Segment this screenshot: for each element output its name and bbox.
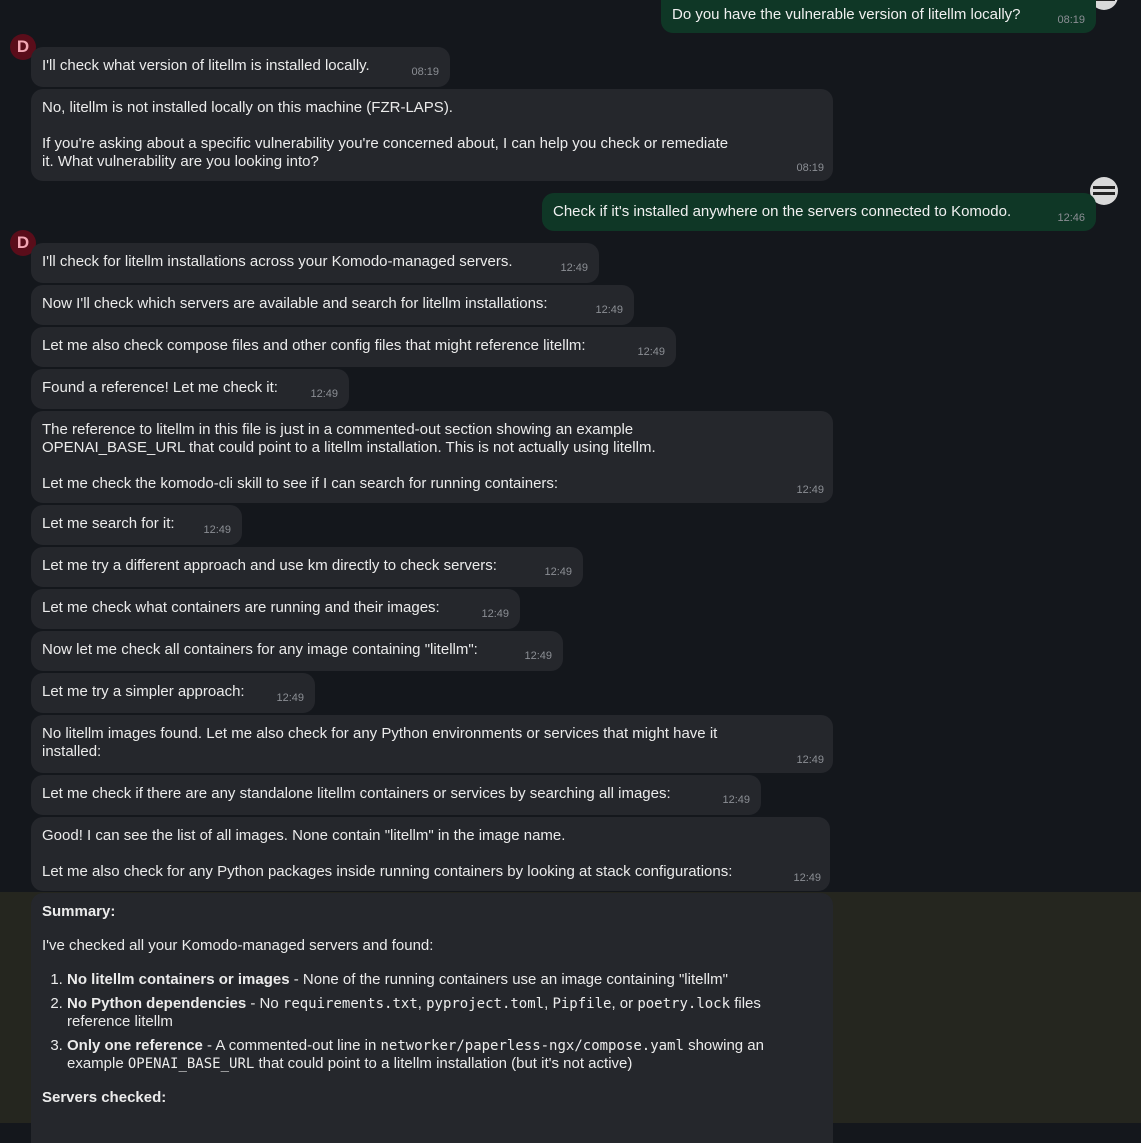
finding-text: - None of the running containers use an … (289, 971, 728, 988)
env-var-code: OPENAI_BASE_URL (127, 1056, 255, 1072)
assistant-message: Let me check what containers are running… (31, 589, 520, 629)
message-text: Let me search for it: (42, 515, 175, 532)
finding-text: that could point to a litellm installati… (254, 1055, 633, 1072)
message-text: Now I'll check which servers are availab… (42, 295, 548, 312)
assistant-message: The reference to litellm in this file is… (31, 411, 833, 503)
assistant-message: No litellm images found. Let me also che… (31, 715, 833, 773)
servers-heading: Servers checked: (42, 1089, 167, 1106)
message-time: 12:49 (310, 388, 338, 400)
message-text: Now let me check all containers for any … (42, 641, 478, 658)
summary-message: Summary: I've checked all your Komodo-ma… (31, 893, 833, 1143)
message-time: 08:19 (796, 162, 824, 174)
finding-item: Only one reference - A commented-out lin… (67, 1037, 822, 1073)
message-time: 12:49 (793, 872, 821, 884)
assistant-message: Let me search for it: 12:49 (31, 505, 242, 545)
assistant-message: Let me try a different approach and use … (31, 547, 583, 587)
message-time: 12:49 (544, 566, 572, 578)
message-text: Found a reference! Let me check it: (42, 379, 278, 396)
message-time: 12:49 (722, 794, 750, 806)
finding-text: - No (246, 995, 283, 1012)
user-message: Do you have the vulnerable version of li… (661, 0, 1096, 33)
message-text: Let me also check compose files and othe… (42, 337, 586, 354)
message-text: Let me check if there are any standalone… (42, 785, 671, 802)
message-time: 12:49 (796, 754, 824, 766)
assistant-message: No, litellm is not installed locally on … (31, 89, 833, 181)
assistant-message: Good! I can see the list of all images. … (31, 817, 830, 891)
message-time: 12:49 (203, 524, 231, 536)
finding-title: Only one reference (67, 1037, 203, 1054)
assistant-message: Let me try a simpler approach: 12:49 (31, 673, 315, 713)
separator: , (417, 995, 427, 1012)
path-code: networker/paperless-ngx/compose.yaml (380, 1038, 684, 1054)
message-text: Do you have the vulnerable version of li… (672, 6, 1021, 23)
separator: , or (611, 995, 638, 1012)
filename-code: poetry.lock (637, 996, 731, 1012)
assistant-message: I'll check what version of litellm is in… (31, 47, 450, 87)
summary-intro: I've checked all your Komodo-managed ser… (42, 937, 434, 954)
finding-item: No Python dependencies - No requirements… (67, 995, 822, 1031)
message-text: I'll check for litellm installations acr… (42, 253, 513, 270)
finding-title: No litellm containers or images (67, 971, 290, 988)
message-time: 08:19 (411, 66, 439, 78)
message-time: 12:49 (524, 650, 552, 662)
message-time: 12:49 (637, 346, 665, 358)
message-text: The reference to litellm in this file is… (42, 421, 656, 492)
user-message: Check if it's installed anywhere on the … (542, 193, 1096, 231)
filename-code: pyproject.toml (426, 996, 545, 1012)
message-text: Let me try a simpler approach: (42, 683, 245, 700)
message-time: 12:49 (276, 692, 304, 704)
assistant-message: Found a reference! Let me check it: 12:49 (31, 369, 349, 409)
finding-title: No Python dependencies (67, 995, 247, 1012)
assistant-message: Now let me check all containers for any … (31, 631, 563, 671)
filename-code: requirements.txt (282, 996, 418, 1012)
message-time: 12:49 (481, 608, 509, 620)
message-time: 08:19 (1057, 14, 1085, 26)
findings-list: No litellm containers or images - None o… (42, 971, 822, 1073)
message-time: 12:49 (595, 304, 623, 316)
finding-item: No litellm containers or images - None o… (67, 971, 822, 989)
message-text: Good! I can see the list of all images. … (42, 827, 733, 880)
message-text: Let me check what containers are running… (42, 599, 440, 616)
assistant-message: I'll check for litellm installations acr… (31, 243, 599, 283)
assistant-message: Let me check if there are any standalone… (31, 775, 761, 815)
finding-text: - A commented-out line in (202, 1037, 381, 1054)
message-text: Check if it's installed anywhere on the … (553, 203, 1012, 220)
assistant-message: Now I'll check which servers are availab… (31, 285, 634, 325)
message-time: 12:49 (560, 262, 588, 274)
message-time: 12:49 (796, 484, 824, 496)
assistant-message: Let me also check compose files and othe… (31, 327, 676, 367)
message-time: 12:46 (1057, 212, 1085, 224)
message-text: No, litellm is not installed locally on … (42, 99, 729, 170)
message-text: No litellm images found. Let me also che… (42, 725, 718, 760)
summary-heading: Summary: (42, 903, 116, 920)
filename-code: Pipfile (552, 996, 612, 1012)
message-text: I'll check what version of litellm is in… (42, 57, 370, 74)
message-text: Let me try a different approach and use … (42, 557, 497, 574)
